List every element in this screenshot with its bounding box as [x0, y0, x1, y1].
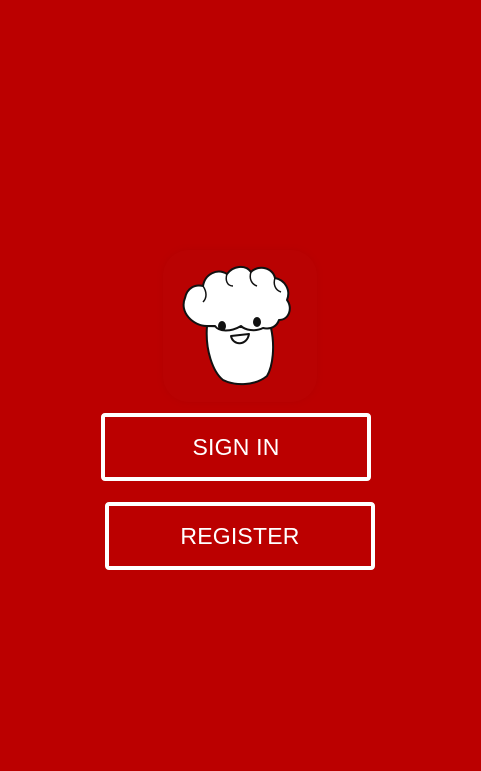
- sign-in-button[interactable]: SIGN IN: [101, 413, 371, 481]
- login-screen: SIGN IN REGISTER: [0, 0, 481, 771]
- popcorn-mascot-icon: [182, 266, 291, 386]
- app-logo: [163, 250, 317, 402]
- register-button[interactable]: REGISTER: [105, 502, 375, 570]
